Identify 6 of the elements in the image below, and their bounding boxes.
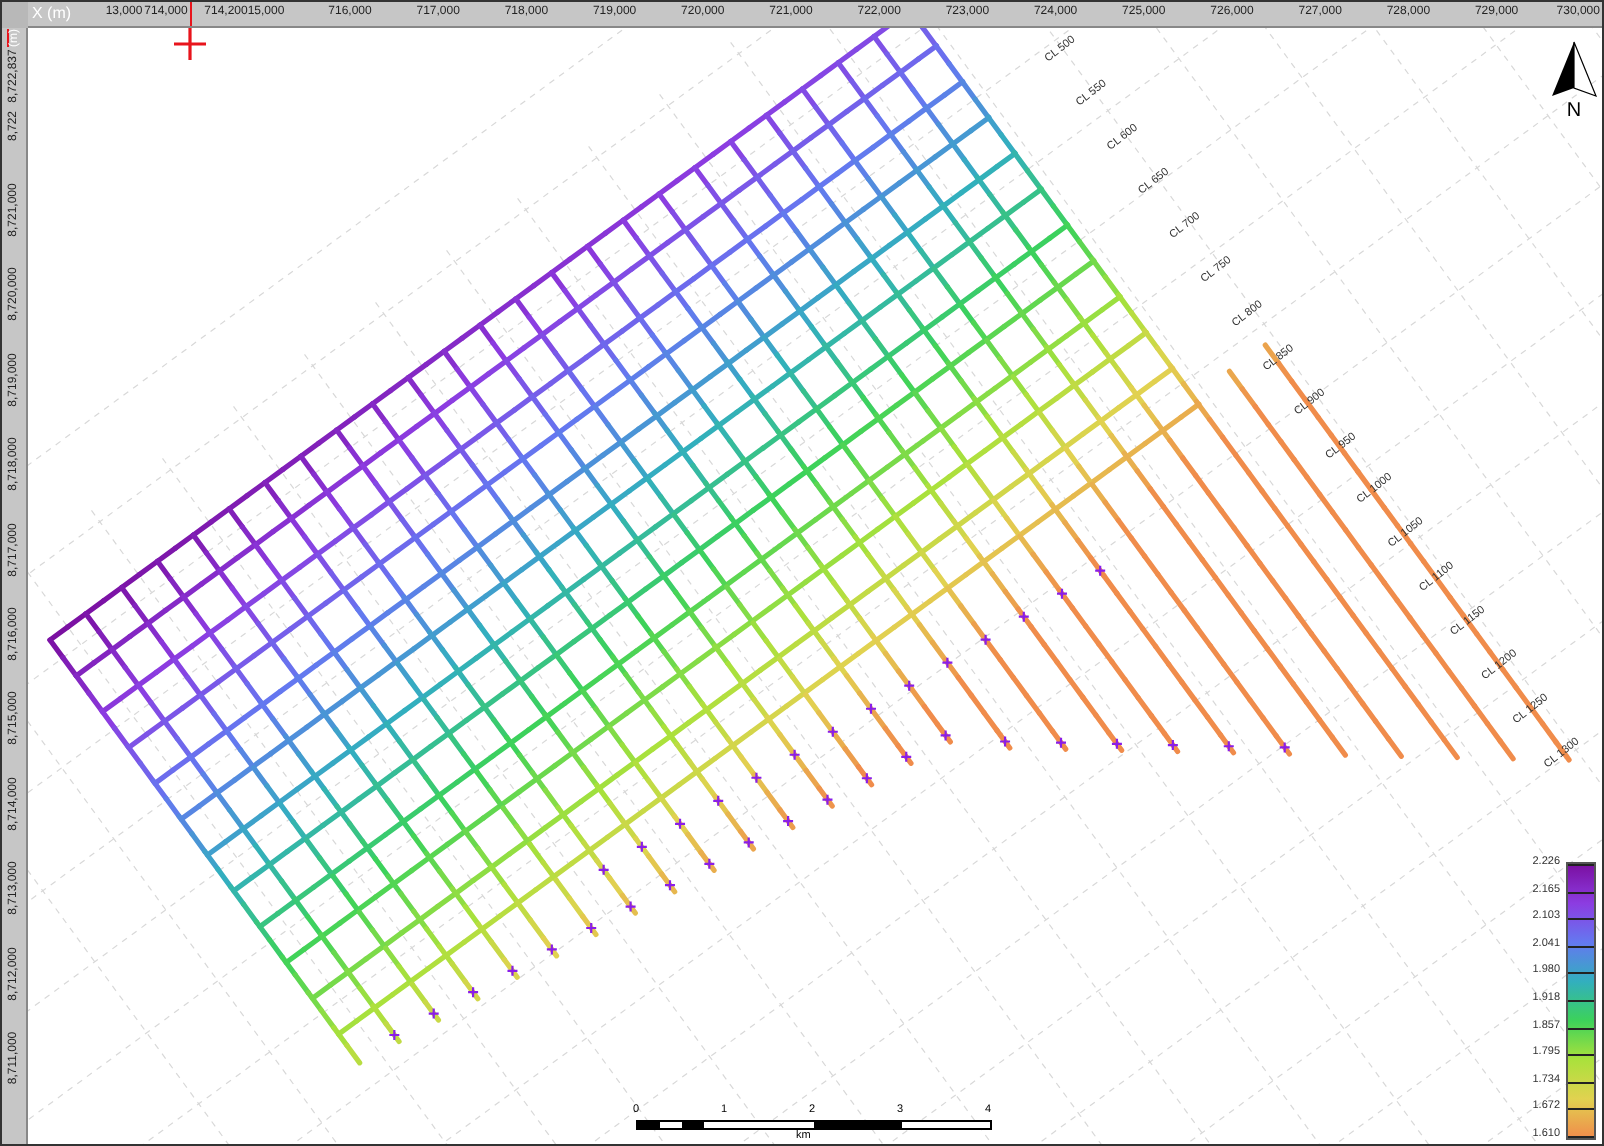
ruler-corner	[2, 2, 28, 28]
north-arrow-icon	[1552, 41, 1598, 98]
north-label: N	[1566, 100, 1582, 122]
cursor-marker	[190, 2, 192, 26]
x-axis-title: X (m)	[32, 4, 72, 22]
crosshair-icon	[172, 28, 208, 62]
